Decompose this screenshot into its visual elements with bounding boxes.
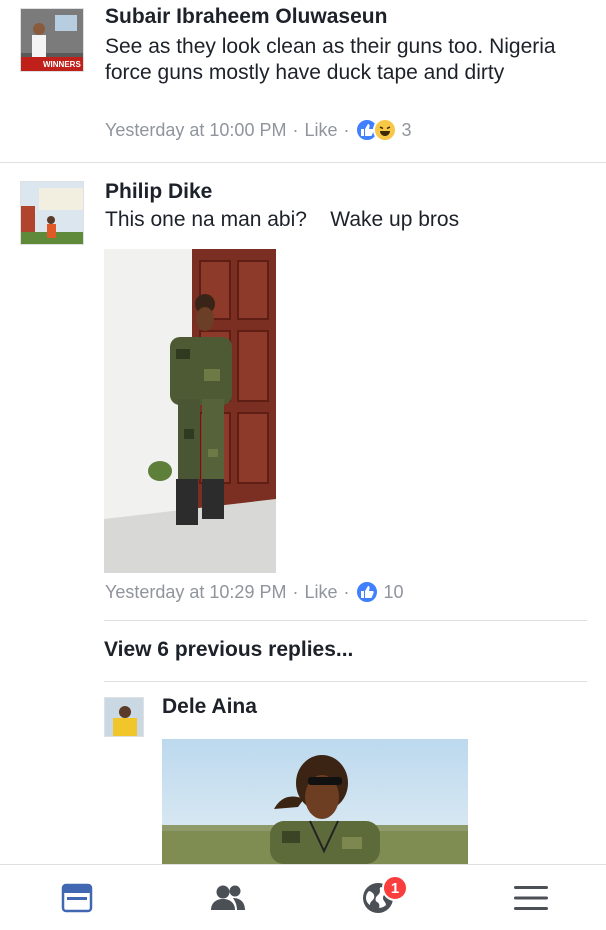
separator: · (292, 119, 299, 140)
friends-icon (211, 885, 245, 910)
view-previous-replies-link[interactable]: View 6 previous replies... (104, 638, 353, 662)
tab-friends[interactable] (188, 865, 268, 930)
avatar-photo (105, 698, 143, 736)
comment-text: This one na man abi? Wake up bros (105, 208, 460, 231)
comment-author[interactable]: Philip Dike (105, 180, 212, 204)
news-feed-icon (61, 883, 93, 913)
haha-reaction-icon[interactable] (373, 118, 398, 142)
like-link[interactable]: Like (304, 582, 337, 603)
avatar-photo (21, 182, 83, 244)
commenter-avatar[interactable] (20, 181, 84, 245)
comment-meta: Yesterday at 10:29 PM · Like · 10 (105, 580, 404, 604)
comment-meta: Yesterday at 10:00 PM · Like · 3 (105, 118, 412, 142)
reply-author[interactable]: Dele Aina (162, 695, 257, 719)
comment-text: See as they look clean as their guns too… (105, 35, 556, 84)
comment-timestamp[interactable]: Yesterday at 10:00 PM (105, 120, 286, 141)
reply-avatar[interactable] (104, 697, 144, 737)
separator: · (343, 581, 350, 602)
like-reaction-icon[interactable] (355, 580, 380, 604)
bottom-tab-bar: 1 (0, 864, 606, 930)
comment-divider (0, 162, 606, 163)
replies-divider (104, 681, 587, 682)
like-link[interactable]: Like (304, 120, 337, 141)
reaction-count[interactable]: 10 (383, 582, 403, 603)
menu-icon (514, 886, 548, 910)
replies-divider (104, 620, 587, 621)
soldier-photo (104, 249, 276, 573)
notifications-badge: 1 (382, 875, 408, 901)
avatar-caption: WINNERS (43, 60, 81, 69)
tab-news-feed[interactable] (37, 865, 117, 930)
comment-author[interactable]: Subair Ibraheem Oluwaseun (105, 5, 387, 29)
soldier-photo (162, 739, 468, 864)
comment-photo[interactable] (104, 249, 276, 573)
tab-menu[interactable] (491, 865, 571, 930)
comment-timestamp[interactable]: Yesterday at 10:29 PM (105, 582, 286, 603)
reaction-count[interactable]: 3 (401, 120, 411, 141)
reply-photo[interactable] (162, 739, 468, 864)
separator: · (292, 581, 299, 602)
tab-notifications[interactable]: 1 (338, 865, 418, 930)
separator: · (343, 119, 350, 140)
commenter-avatar[interactable]: WINNERS (20, 8, 84, 72)
